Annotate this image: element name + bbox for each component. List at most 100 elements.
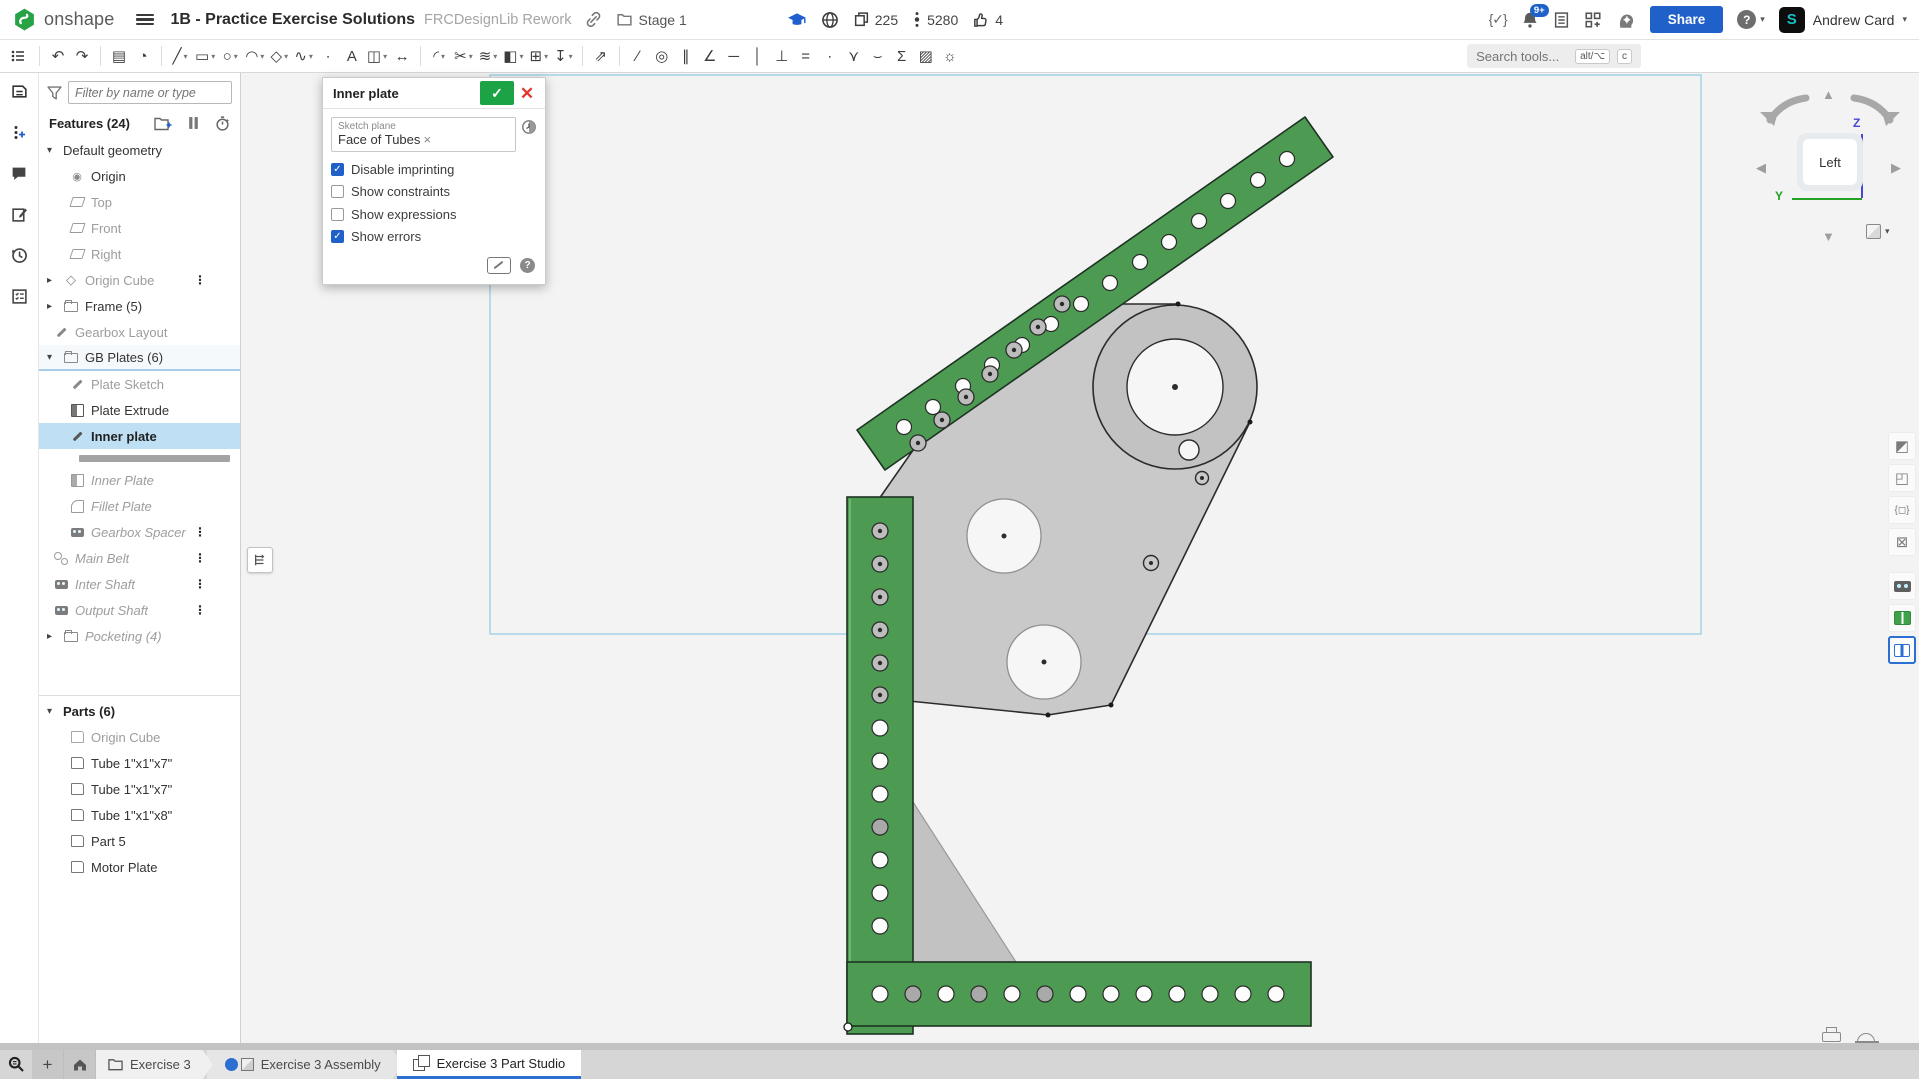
feature-item-inner-plate[interactable]: Inner plate xyxy=(39,423,240,449)
notifications-bell[interactable]: 9+ xyxy=(1521,11,1539,29)
likes-stat[interactable]: 4 xyxy=(972,11,1003,29)
normal-constraint-button[interactable]: ⌣ xyxy=(867,43,889,69)
import-image-button[interactable]: ◔ xyxy=(132,43,154,69)
featurescript-check-icon[interactable]: {✓} xyxy=(1489,11,1507,28)
fillet-tool-button[interactable]: ◜▾ xyxy=(428,43,450,69)
rotate-right-arrow[interactable]: ▶ xyxy=(1891,161,1901,174)
user-menu[interactable]: S Andrew Card ▾ xyxy=(1779,7,1907,33)
redo-button[interactable]: ↷ xyxy=(71,43,93,69)
tool-caret-icon[interactable]: ▾ xyxy=(493,52,497,61)
feature-item-default-geometry[interactable]: ▾Default geometry xyxy=(39,137,240,163)
suppress-pause-icon[interactable] xyxy=(188,116,199,130)
construction-toggle-button[interactable]: ∕ xyxy=(627,43,649,69)
line-tool-button[interactable]: ╱▾ xyxy=(169,43,191,69)
feature-item-plate-extrude[interactable]: Plate Extrude xyxy=(39,397,240,423)
tool-caret-icon[interactable]: ▾ xyxy=(309,52,313,61)
linear-pattern-tool-button[interactable]: ⊞▾ xyxy=(528,43,551,69)
docs-blue-icon[interactable] xyxy=(1888,636,1916,664)
folder-icon[interactable] xyxy=(616,11,633,28)
horizontal-constraint-button[interactable]: ─ xyxy=(723,43,745,69)
tab-exercise-3-assembly[interactable]: Exercise 3 Assembly xyxy=(207,1050,403,1079)
education-badge-icon[interactable] xyxy=(787,11,807,29)
public-globe-icon[interactable] xyxy=(821,11,839,29)
insert-dxf-button[interactable]: ▤ xyxy=(108,43,130,69)
option-show-constraints[interactable]: Show constraints xyxy=(331,181,537,204)
part-item-part-5[interactable]: Part 5 xyxy=(39,828,240,854)
import-tool-button[interactable]: ↧▾ xyxy=(552,43,575,69)
tool-caret-icon[interactable]: ▾ xyxy=(284,52,288,61)
comments-icon[interactable] xyxy=(7,161,31,185)
disable-imprinting-checkbox[interactable]: ✓ xyxy=(331,163,344,176)
vertical-constraint-button[interactable]: │ xyxy=(747,43,769,69)
midpoint-constraint-button[interactable]: ∙ xyxy=(819,43,841,69)
tool-caret-icon[interactable]: ▾ xyxy=(211,52,215,61)
final-state-clock-icon[interactable] xyxy=(521,119,537,135)
expand-caret[interactable]: ▾ xyxy=(47,352,63,363)
workspace-location[interactable]: Stage 1 xyxy=(638,12,686,28)
home-tab-button[interactable] xyxy=(64,1050,96,1079)
history-icon[interactable] xyxy=(7,243,31,267)
expand-caret[interactable]: ▾ xyxy=(47,145,63,156)
sketch-pad-icon[interactable] xyxy=(487,257,511,274)
appearance-icon[interactable]: ◩ xyxy=(1888,432,1916,460)
edit-notes-icon[interactable] xyxy=(7,202,31,226)
part-item-origin-cube[interactable]: Origin Cube xyxy=(39,724,240,750)
feature-item-fillet-plate[interactable]: Fillet Plate xyxy=(39,493,240,519)
dimension-tool-button[interactable]: ↔ xyxy=(391,43,413,69)
trim-tool-button[interactable]: ✂▾ xyxy=(452,43,475,69)
undo-button[interactable]: ↶ xyxy=(47,43,69,69)
text-tool-button[interactable]: A xyxy=(341,43,363,69)
slot-tool-button[interactable]: ◫▾ xyxy=(365,43,389,69)
new-tab-button[interactable]: + xyxy=(32,1050,64,1079)
feature-item-inter-shaft[interactable]: Inter Shaft⋮ xyxy=(39,571,240,597)
parts-header-row[interactable]: ▾ Parts (6) xyxy=(39,698,240,724)
show-constraints-checkbox[interactable] xyxy=(331,185,344,198)
feature-item-right[interactable]: Right xyxy=(39,241,240,267)
feature-item-origin-cube[interactable]: ▸Origin Cube⋮ xyxy=(39,267,240,293)
tool-caret-icon[interactable]: ▾ xyxy=(184,52,188,61)
tool-caret-icon[interactable]: ▾ xyxy=(383,52,387,61)
confirm-button[interactable]: ✓ xyxy=(480,81,514,105)
help-menu[interactable]: ? ▾ xyxy=(1737,10,1765,29)
new-folder-icon[interactable] xyxy=(154,116,172,131)
tool-caret-icon[interactable]: ▾ xyxy=(441,52,445,61)
coincident-constraint-button[interactable]: ⋎ xyxy=(843,43,865,69)
section-view-icon[interactable]: ⊠ xyxy=(1888,528,1916,556)
expand-caret[interactable]: ▸ xyxy=(47,301,63,312)
part-item-motor-plate[interactable]: Motor Plate xyxy=(39,854,240,880)
features-flyout-button[interactable] xyxy=(247,547,273,573)
link-icon[interactable] xyxy=(585,11,602,28)
tool-caret-icon[interactable]: ▾ xyxy=(260,52,264,61)
expand-caret[interactable]: ▸ xyxy=(47,631,63,642)
feature-menu-dots[interactable]: ⋮ xyxy=(194,603,206,617)
show-constraints-button[interactable]: ☼ xyxy=(939,43,961,69)
bottom-scroll-strip[interactable] xyxy=(0,1043,1919,1050)
insert-feature-icon[interactable] xyxy=(7,120,31,144)
clear-selection-icon[interactable]: × xyxy=(422,132,510,147)
show-expressions-checkbox[interactable] xyxy=(331,208,344,221)
tool-caret-icon[interactable]: ▾ xyxy=(519,52,523,61)
parallel-constraint-button[interactable]: ∥ xyxy=(675,43,697,69)
view-settings-icon[interactable]: ◰ xyxy=(1888,464,1916,492)
search-tools[interactable]: alt/⌥ c xyxy=(1467,44,1641,68)
feature-item-gearbox-layout[interactable]: Gearbox Layout xyxy=(39,319,240,345)
robot-helper-icon[interactable] xyxy=(1888,572,1916,600)
rotate-down-arrow[interactable]: ▼ xyxy=(1822,230,1835,243)
show-errors-checkbox[interactable]: ✓ xyxy=(331,230,344,243)
feature-menu-dots[interactable]: ⋮ xyxy=(194,525,206,539)
tool-caret-icon[interactable]: ▾ xyxy=(469,52,473,61)
feature-menu-dots[interactable]: ⋮ xyxy=(194,273,206,287)
feature-item-gb-plates-6[interactable]: ▾GB Plates (6) xyxy=(39,345,240,371)
rotate-left-arrow[interactable]: ◀ xyxy=(1756,161,1766,174)
part-item-tube-1-x1-x7[interactable]: Tube 1"x1"x7" xyxy=(39,750,240,776)
tool-caret-icon[interactable]: ▾ xyxy=(544,52,548,61)
tab-exercise-3[interactable]: Exercise 3 xyxy=(96,1050,213,1079)
option-show-expressions[interactable]: Show expressions xyxy=(331,203,537,226)
spline-tool-button[interactable]: ∿▾ xyxy=(292,43,315,69)
search-tools-input[interactable] xyxy=(1476,49,1568,64)
tool-caret-icon[interactable]: ▾ xyxy=(569,52,573,61)
tab-exercise-3-part-studio[interactable]: Exercise 3 Part Studio xyxy=(397,1050,582,1079)
render-dome-icon[interactable] xyxy=(1857,1033,1875,1042)
mirror-tool-button[interactable]: ◧▾ xyxy=(501,43,525,69)
point-tool-button[interactable]: ∙ xyxy=(317,43,339,69)
